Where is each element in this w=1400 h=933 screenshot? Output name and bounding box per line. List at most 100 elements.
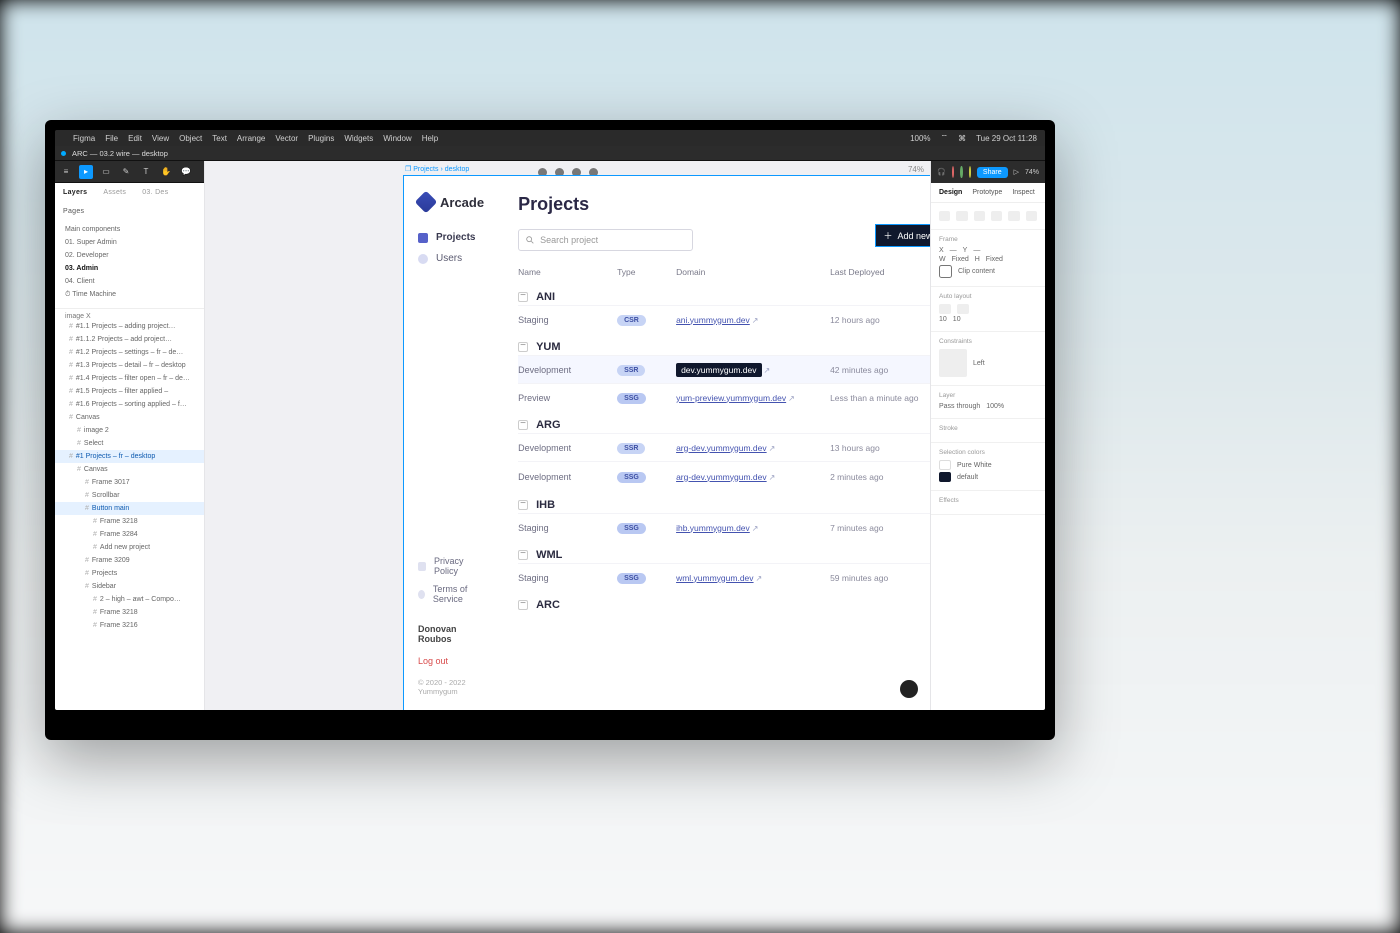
app-name[interactable]: Figma — [73, 134, 95, 143]
layer-item[interactable]: #Canvas — [55, 463, 204, 476]
layer-item[interactable]: #Frame 3284 — [55, 528, 204, 541]
menu-window[interactable]: Window — [383, 134, 411, 143]
layer-item[interactable]: #Select — [55, 437, 204, 450]
control-center-icon[interactable]: ⌘ — [958, 134, 966, 143]
domain-link[interactable]: arg-dev.yummygum.dev — [676, 443, 767, 453]
project-group-header[interactable]: ANI — [518, 291, 930, 303]
domain-link[interactable]: ihb.yummygum.dev — [676, 523, 750, 533]
share-button[interactable]: Share — [977, 167, 1008, 178]
spacing-icon[interactable] — [957, 304, 969, 314]
layer-item[interactable]: ##1.6 Projects – sorting applied – f… — [55, 398, 204, 411]
menu-arrange[interactable]: Arrange — [237, 134, 265, 143]
project-group-header[interactable]: IHB — [518, 499, 930, 511]
wifi-icon[interactable]: ⌔ — [941, 133, 949, 143]
domain-link[interactable]: yum-preview.yummygum.dev — [676, 393, 786, 403]
figma-canvas[interactable]: ❐ Projects › desktop 74% Arcade — [205, 161, 930, 710]
collapse-toggle-icon[interactable] — [518, 600, 528, 610]
clock[interactable]: Tue 29 Oct 11:28 — [976, 134, 1037, 143]
menu-vector[interactable]: Vector — [275, 134, 298, 143]
text-tool-icon[interactable]: T — [139, 165, 153, 179]
hand-tool-icon[interactable]: ✋ — [159, 165, 173, 179]
menu-help[interactable]: Help — [422, 134, 438, 143]
project-group-header[interactable]: YUM — [518, 341, 930, 353]
present-icon[interactable]: ▷ — [1014, 168, 1019, 176]
layer-item[interactable]: #Canvas — [55, 411, 204, 424]
layer-item[interactable]: #Frame 3216 — [55, 619, 204, 632]
layer-item[interactable]: ##1 Projects – fr – desktop — [55, 450, 204, 463]
layers-tab[interactable]: Layers — [63, 189, 87, 196]
nav-privacy[interactable]: Privacy Policy — [418, 556, 484, 576]
align-bottom-icon[interactable] — [1026, 211, 1037, 221]
external-link-icon[interactable]: ↗ — [756, 574, 763, 583]
page-item[interactable]: 02. Developer — [55, 249, 204, 262]
page-selector[interactable]: 03. Des — [142, 189, 168, 196]
col-deployed[interactable]: Last Deployed — [830, 267, 930, 277]
collapse-toggle-icon[interactable] — [518, 420, 528, 430]
domain-link[interactable]: arg-dev.yummygum.dev — [676, 472, 767, 482]
menu-view[interactable]: View — [152, 134, 169, 143]
layer-item[interactable]: #Scrollbar — [55, 489, 204, 502]
page-item[interactable]: 01. Super Admin — [55, 236, 204, 249]
figma-home-icon[interactable] — [61, 151, 66, 156]
col-type[interactable]: Type — [617, 267, 672, 277]
align-right-icon[interactable] — [974, 211, 985, 221]
align-top-icon[interactable] — [991, 211, 1002, 221]
search-input[interactable]: Search project — [518, 229, 693, 251]
layer-item[interactable]: #image 2 — [55, 424, 204, 437]
table-row[interactable]: DevelopmentSSRdev.yummygum.dev↗42 minute… — [518, 355, 930, 383]
help-fab[interactable] — [900, 680, 918, 698]
figma-menu-icon[interactable]: ≡ — [59, 165, 73, 179]
nav-terms[interactable]: Terms of Service — [418, 584, 484, 604]
figma-file-tab[interactable]: ARC — 03.2 wire — desktop — [72, 149, 168, 158]
clip-content-checkbox[interactable] — [939, 265, 952, 278]
table-row[interactable]: StagingSSGihb.yummygum.dev↗7 minutes ago… — [518, 513, 930, 541]
align-middle-icon[interactable] — [1008, 211, 1019, 221]
nav-users[interactable]: Users — [418, 253, 484, 264]
logout-link[interactable]: Log out — [418, 656, 484, 666]
comment-tool-icon[interactable]: 💬 — [179, 165, 193, 179]
layer-item[interactable]: #Frame 3218 — [55, 515, 204, 528]
arcade-logo[interactable]: Arcade — [418, 194, 484, 210]
page-item[interactable]: 03. Admin — [55, 262, 204, 275]
domain-link[interactable]: wml.yummygum.dev — [676, 573, 753, 583]
zoom-dropdown[interactable]: 74% — [1025, 169, 1039, 176]
layer-item[interactable]: ##1.3 Projects – detail – fr – desktop — [55, 359, 204, 372]
battery-indicator[interactable]: 100% — [910, 134, 930, 143]
layer-item[interactable]: ##1.2 Projects – settings – fr – de… — [55, 346, 204, 359]
menu-edit[interactable]: Edit — [128, 134, 142, 143]
layer-item[interactable]: #Frame 3218 — [55, 606, 204, 619]
project-group-header[interactable]: ARC — [518, 599, 930, 611]
table-row[interactable]: PreviewSSGyum-preview.yummygum.dev↗Less … — [518, 383, 930, 411]
domain-link[interactable]: ani.yummygum.dev — [676, 315, 750, 325]
layer-item[interactable]: #2 – high – awt – Compo… — [55, 593, 204, 606]
avatar[interactable] — [952, 166, 954, 178]
project-group-header[interactable]: WML — [518, 549, 930, 561]
table-row[interactable]: StagingSSGwml.yummygum.dev↗59 minutes ag… — [518, 563, 930, 591]
frame-tool-icon[interactable]: ▭ — [99, 165, 113, 179]
layer-item[interactable]: #Frame 3209 — [55, 554, 204, 567]
layer-item[interactable]: #Button main — [55, 502, 204, 515]
layer-item[interactable]: ##1.1.2 Projects – add project… — [55, 333, 204, 346]
avatar[interactable] — [960, 166, 962, 178]
page-item[interactable]: Main components — [55, 223, 204, 236]
layer-item[interactable]: #Projects — [55, 567, 204, 580]
table-row[interactable]: StagingCSRani.yummygum.dev↗12 hours agoS… — [518, 305, 930, 333]
layer-item[interactable]: ##1.4 Projects – filter open – fr – de… — [55, 372, 204, 385]
domain-link[interactable]: dev.yummygum.dev — [676, 363, 761, 377]
menu-file[interactable]: File — [105, 134, 118, 143]
move-tool-icon[interactable]: ▸ — [79, 165, 93, 179]
add-project-button[interactable]: ＋ Add new project 277×34 — [876, 225, 930, 246]
headphones-icon[interactable]: 🎧 — [937, 168, 946, 176]
assets-tab[interactable]: Assets — [103, 189, 126, 196]
tab-inspect[interactable]: Inspect — [1012, 189, 1035, 196]
zoom-level[interactable]: 74% — [908, 165, 924, 174]
col-name[interactable]: Name — [518, 267, 613, 277]
layer-item[interactable]: #Frame 3017 — [55, 476, 204, 489]
avatar[interactable] — [969, 166, 971, 178]
external-link-icon[interactable]: ↗ — [769, 444, 776, 453]
menu-plugins[interactable]: Plugins — [308, 134, 334, 143]
constraints-widget[interactable] — [939, 349, 967, 377]
layer-item[interactable]: ##1.1 Projects – adding project… — [55, 320, 204, 333]
tab-prototype[interactable]: Prototype — [972, 189, 1002, 196]
collapse-toggle-icon[interactable] — [518, 292, 528, 302]
